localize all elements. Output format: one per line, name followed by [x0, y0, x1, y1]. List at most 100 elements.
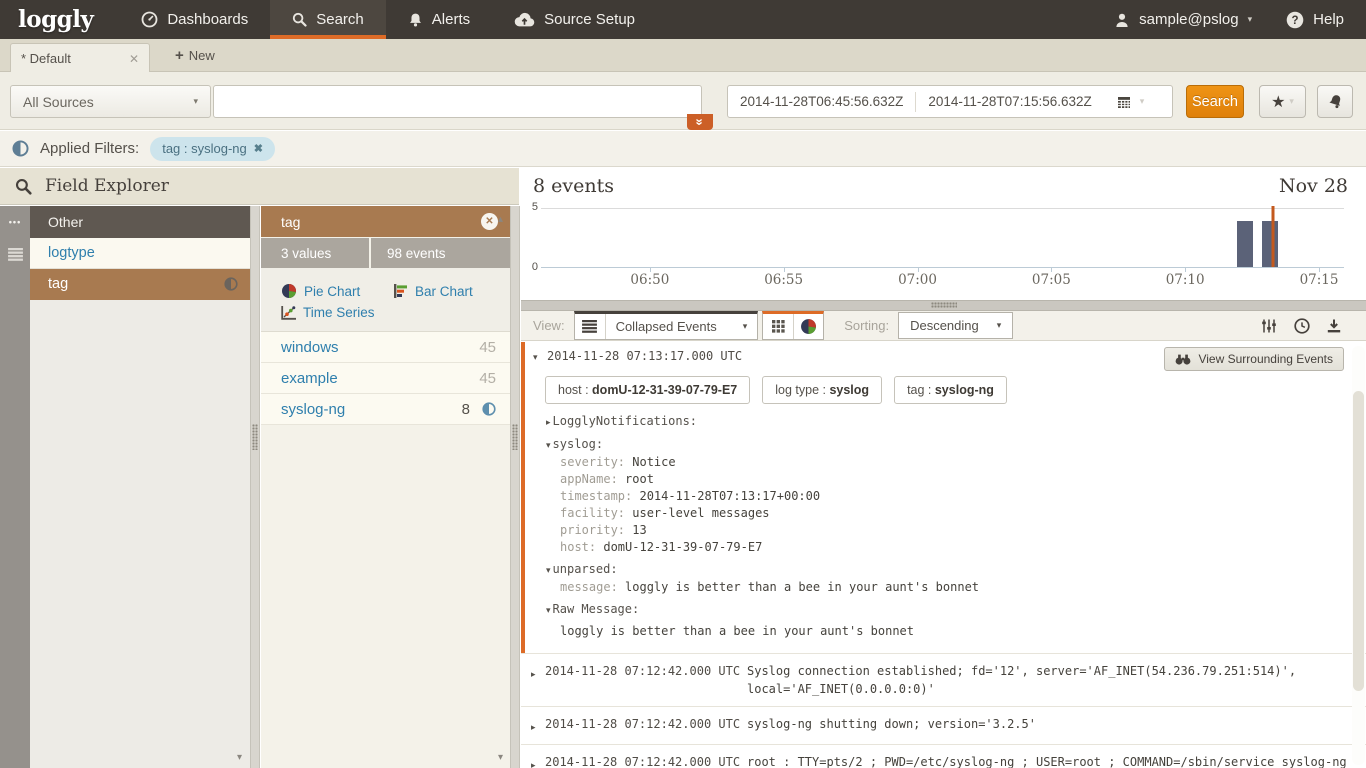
field-group-other[interactable]: Other	[30, 206, 250, 238]
cloud-upload-icon	[514, 12, 535, 27]
collapse-caret-icon[interactable]: ▾	[533, 349, 547, 363]
field-value-link[interactable]: windows	[281, 339, 479, 356]
expand-caret-icon[interactable]: ▸	[531, 715, 545, 736]
panel-splitter-left[interactable]	[250, 206, 260, 768]
event-field-key: priority:	[560, 523, 626, 537]
filter-chip-tag-syslog-ng[interactable]: tag : syslog-ng ✖	[150, 136, 275, 161]
tab-default[interactable]: * Default ✕	[10, 43, 150, 73]
applied-filters-label: Applied Filters:	[40, 140, 140, 157]
column-settings-icon[interactable]	[1261, 319, 1277, 333]
event-row[interactable]: ▸ 2014-11-28 07:12:42.000 UTC syslog-ng sh…	[521, 706, 1366, 744]
time-to-field[interactable]: 2014-11-28T07:15:56.632Z	[916, 94, 1103, 109]
nav-item-alerts[interactable]: Alerts	[386, 0, 492, 39]
histogram-bar[interactable]	[1237, 220, 1254, 267]
close-icon[interactable]: ✕	[481, 213, 498, 230]
loggly-logo: loggly	[18, 6, 94, 33]
event-time-marker	[1271, 206, 1275, 267]
field-values-list: windows 45 example 45 syslog-ng 8	[261, 331, 510, 425]
chip-value: syslog-ng	[934, 383, 994, 397]
time-series-link[interactable]: Time Series	[281, 305, 375, 320]
time-from-field[interactable]: 2014-11-28T06:45:56.632Z	[728, 94, 915, 109]
y-axis-min-label: 0	[531, 261, 538, 273]
event-field: timestamp: 2014-11-28T07:13:17+00:00	[560, 488, 1366, 505]
event-field-value: user-level messages	[625, 506, 770, 520]
remove-filter-icon[interactable]: ✖	[254, 142, 263, 155]
search-query-input[interactable]	[213, 85, 702, 118]
user-icon	[1114, 12, 1130, 28]
events-count-cell[interactable]: 98 events	[371, 238, 510, 268]
event-field: severity: Notice	[560, 454, 1366, 471]
grid-view-button[interactable]	[763, 314, 793, 339]
expand-search-toggle[interactable]: »	[687, 114, 713, 130]
field-item-logtype[interactable]: logtype	[30, 238, 250, 269]
view-mode-dropdown[interactable]: Collapsed Events ▾	[604, 314, 758, 339]
events-panel: 8 events Nov 28 5 0 06:50 06:55 07:00 07:05…	[521, 168, 1366, 768]
bar-chart-link[interactable]: Bar Chart	[393, 283, 473, 299]
left-icon-rail: •••	[0, 206, 30, 768]
collapse-caret-icon[interactable]: ▾	[546, 565, 551, 575]
event-field-chip[interactable]: tag : syslog-ng	[894, 376, 1007, 404]
event-row[interactable]: ▸ 2014-11-28 07:12:42.000 UTC Syslog conne…	[521, 653, 1366, 706]
search-button[interactable]: Search	[1186, 85, 1244, 118]
field-item-tag[interactable]: tag	[30, 269, 250, 300]
field-value-link[interactable]: syslog-ng	[281, 401, 462, 418]
scroll-up-icon[interactable]: ▴	[498, 214, 503, 225]
scroll-down-icon[interactable]: ▾	[498, 752, 503, 763]
expand-caret-icon[interactable]: ▸	[531, 753, 545, 768]
filter-toggle-icon[interactable]	[482, 402, 496, 416]
event-field-value: domU-12-31-39-07-79-E7	[596, 540, 763, 554]
event-timestamp: 2014-11-28 07:12:42.000 UTC	[545, 717, 741, 731]
nav-item-dashboards[interactable]: Dashboards	[119, 0, 270, 39]
view-surrounding-events-button[interactable]: View Surrounding Events	[1164, 347, 1344, 371]
expand-caret-icon[interactable]: ▸	[546, 417, 551, 427]
more-fields-icon[interactable]: •••	[0, 206, 30, 238]
search-bar: All Sources ▾ » 2014-11-28T06:45:56.632Z…	[0, 72, 1366, 130]
help-menu[interactable]: ? Help	[1286, 11, 1344, 29]
event-field-value: loggly is better than a bee in your aunt…	[617, 580, 980, 594]
caret-down-icon[interactable]: ▾	[1140, 96, 1145, 107]
field-value-link[interactable]: example	[281, 370, 479, 387]
clock-icon[interactable]	[1294, 317, 1310, 334]
field-list-icon[interactable]	[0, 238, 30, 270]
collapse-caret-icon[interactable]: ▾	[546, 605, 551, 615]
download-icon[interactable]	[1327, 319, 1341, 333]
tree-toggle: ▾ Raw Message:	[546, 601, 1366, 619]
saved-searches-button[interactable]: ★ ▾	[1259, 85, 1306, 118]
splitter-grip	[512, 424, 518, 450]
tree-toggle: ▸ LogglyNotifications:	[546, 413, 1366, 431]
panel-splitter-right[interactable]	[510, 206, 520, 768]
collapse-caret-icon[interactable]: ▾	[546, 440, 551, 450]
expand-caret-icon[interactable]: ▸	[531, 662, 545, 683]
nav-items: Dashboards Search Alerts Source Setup	[119, 0, 657, 39]
event-field: message: loggly is better than a bee in …	[560, 579, 1366, 596]
calendar-icon[interactable]	[1116, 94, 1132, 110]
nav-label: Dashboards	[167, 11, 249, 28]
create-alert-button[interactable]	[1317, 85, 1353, 118]
event-field-chip[interactable]: log type : syslog	[762, 376, 883, 404]
pie-chart-link[interactable]: Pie Chart	[281, 283, 393, 299]
x-axis-tick-label: 06:50	[630, 272, 670, 288]
events-scrollbar[interactable]	[1352, 346, 1365, 765]
sorting-dropdown[interactable]: Descending ▾	[898, 312, 1014, 339]
plus-icon: +	[175, 46, 184, 64]
user-menu[interactable]: sample@pslog ▾	[1114, 11, 1252, 28]
list-view-button[interactable]	[575, 314, 605, 339]
svg-text:?: ?	[1292, 15, 1299, 27]
vse-label: View Surrounding Events	[1198, 352, 1333, 366]
charts-view-button[interactable]	[793, 314, 823, 339]
tab-close-icon[interactable]: ✕	[129, 52, 139, 66]
tab-label: * Default	[21, 51, 71, 66]
nav-item-search[interactable]: Search	[270, 0, 386, 39]
histogram-plot-area[interactable]	[541, 206, 1344, 272]
event-field-chip[interactable]: host : domU-12-31-39-07-79-E7	[545, 376, 751, 404]
values-count-cell[interactable]: 3 values	[261, 238, 369, 268]
help-label: Help	[1313, 11, 1344, 28]
scroll-down-icon[interactable]: ▾	[237, 752, 242, 763]
chart-splitter[interactable]	[521, 300, 1366, 311]
histogram-bar[interactable]	[1261, 220, 1278, 267]
tab-new[interactable]: + New	[165, 39, 225, 71]
event-row[interactable]: ▸ 2014-11-28 07:12:42.000 UTC root : TTY=p…	[521, 744, 1366, 768]
source-groups-dropdown[interactable]: All Sources ▾	[10, 85, 211, 118]
nav-item-source-setup[interactable]: Source Setup	[492, 0, 657, 39]
scrollbar-thumb[interactable]	[1353, 391, 1364, 691]
